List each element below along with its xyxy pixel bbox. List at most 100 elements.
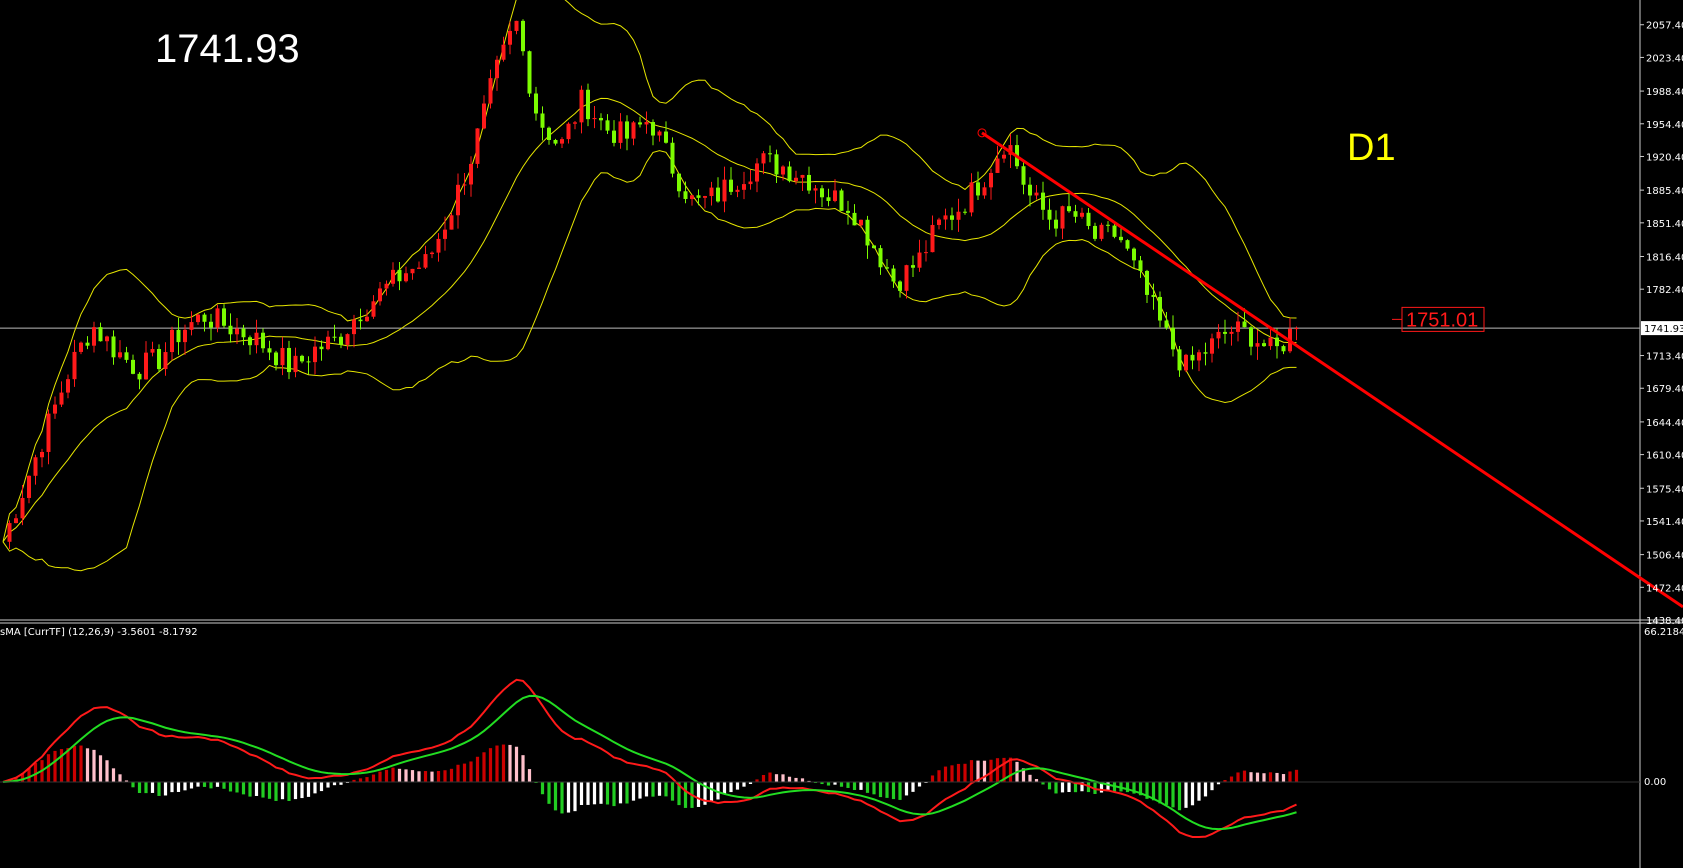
- candle-body: [157, 349, 161, 370]
- macd-hist-bar: [592, 782, 597, 805]
- candle-body: [436, 238, 441, 253]
- macd-hist-bar: [85, 748, 90, 782]
- candle-body: [79, 342, 83, 352]
- candle-body: [111, 336, 116, 358]
- candle-body: [1190, 354, 1195, 361]
- candle-body: [1177, 349, 1182, 371]
- candle-body: [66, 379, 70, 393]
- macd-hist-bar: [410, 770, 415, 782]
- candle-body: [488, 78, 493, 104]
- macd-hist-bar: [787, 776, 792, 782]
- candle-body: [170, 329, 174, 353]
- macd-hist-bar: [800, 778, 805, 782]
- candle-body: [410, 268, 415, 274]
- macd-hist-bar: [547, 782, 551, 804]
- macd-hist-bar: [566, 782, 571, 813]
- macd-hist-bar: [287, 782, 291, 801]
- macd-hist-bar: [794, 777, 798, 782]
- price-tick-label: 2057.40: [1646, 21, 1683, 32]
- candle-body: [878, 248, 883, 268]
- candle-body: [105, 336, 109, 342]
- macd-hist-bar: [878, 782, 883, 798]
- macd-hist-bar: [1242, 770, 1247, 782]
- candle-body: [449, 215, 454, 230]
- macd-hist-bar: [560, 782, 564, 814]
- candle-body: [235, 328, 239, 335]
- candle-body: [417, 267, 421, 269]
- macd-hist-bar: [1249, 772, 1253, 782]
- candle-body: [800, 174, 805, 178]
- candle-body: [443, 229, 447, 239]
- macd-hist-bar: [1262, 773, 1266, 782]
- macd-hist-bar: [371, 774, 376, 782]
- macd-hist-bar: [157, 782, 161, 796]
- macd-hist-bar: [176, 782, 181, 792]
- macd-hist-bar: [66, 748, 70, 782]
- macd-hist-bar: [105, 760, 109, 782]
- macd-hist-bar: [1028, 774, 1032, 782]
- macd-hist-bar: [378, 771, 382, 782]
- candle-body: [59, 392, 64, 405]
- candle-body: [833, 190, 837, 201]
- candle-body: [891, 268, 896, 282]
- macd-hist-bar: [1255, 772, 1260, 782]
- candle-body: [696, 195, 701, 198]
- candle-body: [963, 211, 967, 213]
- macd-hist-bar: [430, 771, 434, 782]
- macd-hist-bar: [241, 782, 246, 795]
- candle-body: [1145, 270, 1149, 295]
- candle-body: [228, 325, 233, 335]
- candle-body: [618, 121, 623, 143]
- macd-hist-bar: [358, 778, 363, 782]
- macd-hist-bar: [313, 782, 317, 794]
- macd-hist-bar: [599, 782, 603, 804]
- candle-body: [241, 328, 246, 338]
- candle-body: [1054, 219, 1058, 229]
- macd-hist-bar: [150, 782, 155, 793]
- macd-hist-bar: [898, 782, 902, 800]
- macd-hist-bar: [969, 760, 974, 782]
- macd-hist-bar: [1203, 782, 1208, 797]
- macd-hist-bar: [774, 774, 779, 782]
- macd-hist-bar: [631, 782, 636, 801]
- macd-hist-bar: [79, 745, 83, 782]
- candle-body: [1151, 294, 1156, 297]
- macd-hist-bar: [638, 782, 642, 799]
- macd-hist-bar: [1060, 782, 1065, 793]
- candle-body: [1021, 166, 1026, 185]
- macd-hist-bar: [709, 782, 714, 801]
- macd-hist-bar: [397, 768, 402, 782]
- macd-hist-bar: [209, 782, 213, 789]
- candle-body: [1255, 343, 1260, 347]
- candle-body: [20, 497, 25, 519]
- macd-hist-bar: [1268, 772, 1273, 782]
- macd-hist-bar: [475, 756, 480, 782]
- timeframe-label: D1: [1347, 127, 1396, 169]
- candle-body: [703, 196, 707, 198]
- macd-hist-bar: [456, 764, 460, 782]
- candle-body: [1041, 192, 1045, 210]
- macd-hist-bar: [605, 782, 610, 805]
- price-tick-label: 1575.40: [1646, 484, 1683, 495]
- candle-body: [222, 308, 226, 326]
- macd-hist-bar: [1197, 782, 1201, 801]
- macd-hist-bar: [300, 782, 304, 799]
- macd-hist-bar: [254, 782, 259, 796]
- candle-body: [813, 188, 818, 191]
- candle-body: [306, 361, 311, 363]
- candle-body: [469, 163, 473, 185]
- macd-hist-bar: [1210, 782, 1214, 791]
- macd-hist-bar: [449, 768, 454, 782]
- candle-body: [742, 184, 746, 190]
- candle-body: [521, 20, 525, 52]
- candle-body: [1171, 327, 1175, 350]
- candle-body: [657, 131, 662, 136]
- candle-body: [917, 252, 922, 268]
- macd-hist-bar: [1288, 771, 1292, 782]
- macd-hist-bar: [144, 782, 148, 794]
- current-price-axis-label: 1741.93: [1644, 324, 1683, 335]
- macd-hist-bar: [1229, 776, 1234, 782]
- candle-body: [46, 413, 51, 452]
- candle-body: [1138, 260, 1143, 271]
- candle-body: [501, 44, 506, 60]
